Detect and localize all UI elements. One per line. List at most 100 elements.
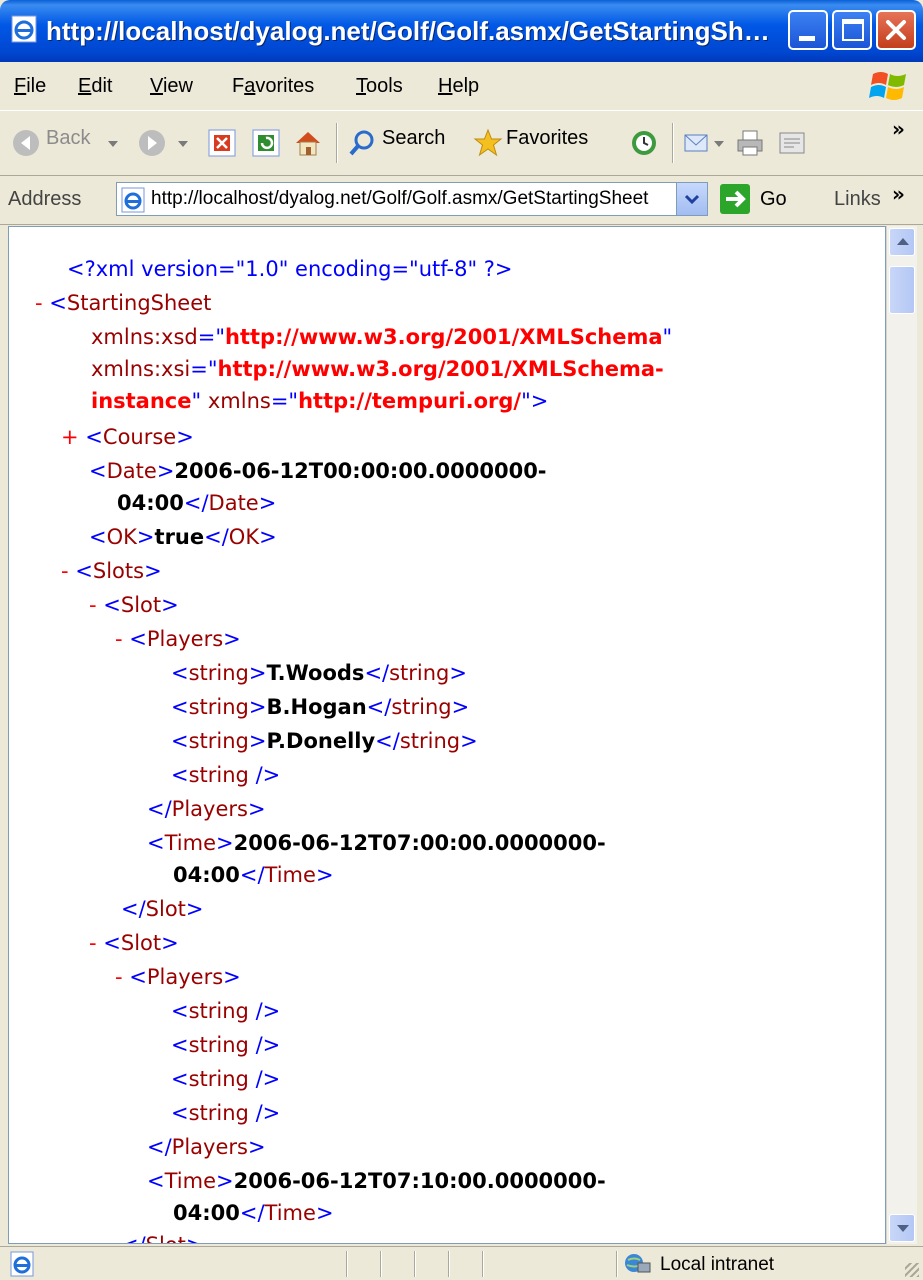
- home-icon[interactable]: [292, 127, 324, 159]
- forward-dropdown-icon[interactable]: [178, 141, 188, 147]
- page-icon: [121, 187, 145, 213]
- xml-players-close: </Players>: [147, 1135, 266, 1159]
- xml-date: <Date>2006-06-12T00:00:00.0000000-: [89, 459, 547, 483]
- go-button[interactable]: Go: [760, 188, 787, 211]
- search-button[interactable]: Search: [382, 127, 445, 150]
- address-input[interactable]: http://localhost/dyalog.net/Golf/Golf.as…: [116, 182, 708, 216]
- chevron-down-icon: [897, 1225, 909, 1232]
- collapse-toggle[interactable]: -: [115, 627, 123, 651]
- menu-favorites[interactable]: Favorites: [232, 75, 314, 98]
- close-icon: [886, 20, 906, 40]
- xml-course-collapsed: + <Course>: [61, 425, 194, 449]
- collapse-toggle[interactable]: -: [89, 593, 97, 617]
- xml-document-view: <?xml version="1.0" encoding="utf-8" ?> …: [8, 226, 886, 1244]
- xml-players-open: - <Players>: [115, 627, 241, 651]
- go-arrow-icon[interactable]: [720, 184, 750, 214]
- toolbar-separator: [336, 123, 338, 163]
- chevron-up-icon: [897, 238, 909, 245]
- xml-player-string: <string>P.Donelly</string>: [171, 729, 478, 753]
- menu-edit[interactable]: Edit: [78, 75, 112, 98]
- expand-toggle[interactable]: +: [61, 425, 79, 449]
- back-dropdown-icon[interactable]: [108, 141, 118, 147]
- browser-window: http://localhost/dyalog.net/Golf/Golf.as…: [0, 0, 923, 1280]
- xml-empty-string: <string />: [171, 1101, 281, 1125]
- links-more-chevron[interactable]: »: [892, 182, 905, 206]
- status-separator: [616, 1251, 618, 1277]
- print-icon[interactable]: [734, 127, 766, 159]
- title-bar[interactable]: http://localhost/dyalog.net/Golf/Golf.as…: [0, 0, 923, 62]
- toolbar-separator: [672, 123, 674, 163]
- maximize-button[interactable]: [832, 10, 872, 50]
- menu-bar: File Edit View Favorites Tools Help: [0, 62, 923, 111]
- status-bar: Local intranet: [0, 1246, 923, 1280]
- address-url[interactable]: http://localhost/dyalog.net/Golf/Golf.as…: [151, 188, 671, 210]
- status-separator: [448, 1251, 450, 1277]
- menu-help[interactable]: Help: [438, 75, 479, 98]
- xml-ns-xsi-cont: instance" xmlns="http://tempuri.org/">: [91, 389, 549, 413]
- forward-arrow-icon[interactable]: [136, 127, 168, 159]
- xml-slot-open: - <Slot>: [89, 593, 179, 617]
- scroll-up-button[interactable]: [889, 228, 915, 256]
- mail-dropdown-icon[interactable]: [714, 141, 724, 147]
- standard-toolbar: Back Search Favorites »: [0, 110, 923, 176]
- back-button[interactable]: Back: [46, 127, 90, 150]
- refresh-icon[interactable]: [250, 127, 282, 159]
- address-label: Address: [8, 188, 82, 210]
- edit-icon[interactable]: [776, 127, 808, 159]
- xml-declaration: <?xml version="1.0" encoding="utf-8" ?>: [67, 257, 513, 281]
- xml-players-open: - <Players>: [115, 965, 241, 989]
- xml-time-cont: 04:00</Time>: [173, 863, 334, 887]
- links-label[interactable]: Links: [834, 188, 881, 211]
- xml-ns-xsd: xmlns:xsd="http://www.w3.org/2001/XMLSch…: [91, 325, 673, 349]
- favorites-star-icon[interactable]: [472, 127, 504, 159]
- status-separator: [482, 1251, 484, 1277]
- collapse-toggle[interactable]: -: [35, 291, 43, 315]
- menu-view[interactable]: View: [150, 75, 193, 98]
- xml-time-cont: 04:00</Time>: [173, 1201, 334, 1225]
- stop-icon[interactable]: [206, 127, 238, 159]
- address-dropdown-button[interactable]: [676, 183, 707, 215]
- collapse-toggle[interactable]: -: [89, 931, 97, 955]
- xml-slot-open: - <Slot>: [89, 931, 179, 955]
- mail-icon[interactable]: [682, 127, 714, 159]
- menu-file[interactable]: File: [14, 75, 46, 98]
- xml-slots-open: - <Slots>: [61, 559, 162, 583]
- minimize-button[interactable]: [788, 10, 828, 50]
- chevron-down-icon: [684, 194, 700, 205]
- menu-tools[interactable]: Tools: [356, 75, 403, 98]
- page-status-icon: [10, 1251, 34, 1277]
- status-separator: [414, 1251, 416, 1277]
- resize-grip[interactable]: [905, 1263, 919, 1277]
- close-button[interactable]: [876, 10, 916, 50]
- xml-ns-xsi: xmlns:xsi="http://www.w3.org/2001/XMLSch…: [91, 357, 664, 381]
- xml-empty-string: <string />: [171, 1033, 281, 1057]
- xml-time: <Time>2006-06-12T07:10:00.0000000-: [147, 1169, 606, 1193]
- xml-ok: <OK>true</OK>: [89, 525, 277, 549]
- local-intranet-icon: [625, 1254, 651, 1273]
- vertical-scrollbar[interactable]: [886, 226, 917, 1244]
- maximize-icon: [842, 19, 864, 41]
- scroll-thumb[interactable]: [889, 266, 915, 314]
- favorites-button[interactable]: Favorites: [506, 127, 588, 150]
- ie-page-icon: [11, 15, 37, 43]
- collapse-toggle[interactable]: -: [61, 559, 69, 583]
- history-icon[interactable]: [628, 127, 660, 159]
- xml-empty-string: <string />: [171, 1067, 281, 1091]
- xml-players-close: </Players>: [147, 797, 266, 821]
- xml-player-string: <string>B.Hogan</string>: [171, 695, 470, 719]
- status-separator: [380, 1251, 382, 1277]
- search-icon[interactable]: [346, 127, 378, 159]
- status-separator: [346, 1251, 348, 1277]
- xml-time: <Time>2006-06-12T07:00:00.0000000-: [147, 831, 606, 855]
- collapse-toggle[interactable]: -: [115, 965, 123, 989]
- xml-slot-close: </Slot>: [121, 897, 204, 921]
- windows-logo-icon: [869, 72, 906, 100]
- toolbar-more-chevron[interactable]: »: [892, 117, 905, 141]
- xml-empty-string: <string />: [171, 763, 281, 787]
- back-arrow-icon[interactable]: [10, 127, 42, 159]
- xml-empty-string: <string />: [171, 999, 281, 1023]
- scroll-down-button[interactable]: [889, 1214, 915, 1242]
- security-zone-label: Local intranet: [660, 1254, 775, 1275]
- window-title: http://localhost/dyalog.net/Golf/Golf.as…: [46, 16, 770, 46]
- xml-root-open: - <StartingSheet: [35, 291, 212, 315]
